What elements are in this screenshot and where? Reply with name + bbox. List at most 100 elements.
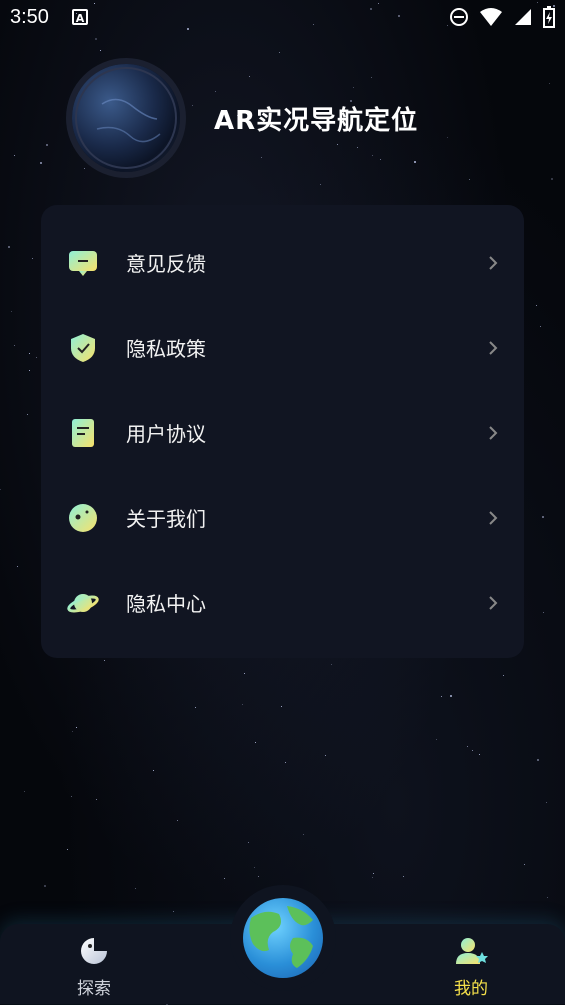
menu-item-privacy-center[interactable]: 隐私中心: [41, 560, 524, 645]
star-dot: [70, 796, 72, 798]
menu-item-user-agreement[interactable]: 用户协议: [41, 390, 524, 475]
tab-mine[interactable]: 我的: [426, 932, 516, 1002]
star-dot: [449, 695, 452, 698]
star-dot: [503, 674, 505, 676]
earth-night-icon: [75, 67, 177, 169]
profile-header: AR实况导航定位: [72, 64, 532, 174]
star-dot: [542, 516, 545, 519]
star-dot: [96, 799, 98, 801]
user-star-icon: [456, 938, 488, 964]
star-dot: [195, 706, 197, 708]
signal-icon: [515, 9, 531, 25]
globe-continents: [249, 906, 313, 968]
star-dot: [402, 875, 404, 877]
star-dot: [26, 413, 28, 415]
menu-item-privacy-policy[interactable]: 隐私政策: [41, 305, 524, 390]
status-bar: 3:50 A: [0, 0, 565, 36]
chevron-right-icon: [489, 595, 498, 610]
star-dot: [39, 162, 42, 165]
star-dot: [471, 750, 473, 752]
document-icon: [72, 418, 94, 447]
star-dot: [244, 673, 246, 675]
star-dot: [440, 695, 442, 697]
star-dot: [303, 834, 305, 836]
status-icons: [449, 6, 555, 28]
star-dot: [134, 887, 136, 889]
pacman-explore-icon: [81, 938, 107, 964]
star-dot: [549, 83, 551, 85]
star-dot: [32, 257, 34, 259]
star-dot: [13, 345, 15, 347]
wifi-icon: [480, 8, 502, 26]
star-dot: [103, 660, 105, 662]
star-dot: [67, 848, 69, 850]
star-dot: [254, 867, 256, 869]
menu-item-label: 意见反馈: [126, 252, 206, 276]
status-time: 3:50: [10, 6, 49, 28]
menu-item-label: 隐私政策: [126, 337, 206, 361]
star-dot: [371, 877, 373, 879]
info-planet-icon: [69, 503, 97, 532]
star-dot: [16, 566, 18, 567]
feedback-icon: [69, 250, 97, 276]
star-dot: [466, 746, 468, 748]
star-dot: [24, 790, 26, 792]
star-dot: [176, 820, 178, 822]
menu-item-label: 用户协议: [126, 422, 206, 446]
star-dot: [224, 877, 226, 879]
star-dot: [285, 761, 287, 763]
star-dot: [43, 884, 46, 887]
star-dot: [257, 875, 259, 877]
star-dot: [247, 841, 249, 843]
star-dot: [469, 179, 471, 181]
star-dot: [281, 705, 283, 707]
saturn-icon: [67, 593, 99, 612]
battery-charging-icon: [543, 6, 555, 28]
app-title: AR实况导航定位: [214, 106, 419, 136]
star-dot: [546, 897, 548, 899]
star-dot: [13, 155, 15, 157]
earth-avatar[interactable]: [72, 64, 180, 172]
menu-item-label: 关于我们: [126, 507, 206, 531]
star-dot: [36, 357, 38, 359]
star-dot: [99, 50, 101, 52]
star-dot: [536, 304, 538, 306]
do-not-disturb-icon: [450, 8, 468, 26]
star-dot: [279, 52, 281, 54]
menu-item-feedback[interactable]: 意见反馈: [41, 220, 524, 305]
star-dot: [550, 178, 553, 181]
star-dot: [242, 703, 244, 705]
tab-mine-label: 我的: [454, 979, 488, 999]
tab-explore-label: 探索: [77, 979, 111, 999]
star-dot: [0, 489, 2, 491]
star-dot: [331, 663, 333, 665]
star-dot: [320, 183, 322, 185]
shield-check-icon: [71, 333, 95, 362]
globe-icon[interactable]: [243, 898, 323, 978]
star-dot: [373, 873, 375, 875]
star-dot: [46, 144, 49, 147]
chevron-right-icon: [489, 510, 498, 525]
star-dot: [543, 611, 545, 613]
star-dot: [95, 37, 98, 40]
star-dot: [436, 739, 438, 741]
chevron-right-icon: [489, 255, 498, 270]
star-dot: [10, 311, 12, 313]
star-dot: [523, 863, 525, 865]
chevron-right-icon: [489, 340, 498, 355]
star-dot: [75, 726, 77, 728]
star-dot: [172, 911, 174, 913]
star-dot: [28, 353, 30, 355]
menu-item-label: 隐私中心: [126, 592, 206, 616]
star-dot: [255, 741, 257, 743]
star-dot: [152, 769, 154, 771]
chevron-right-icon: [489, 425, 498, 440]
tab-explore[interactable]: 探索: [49, 932, 139, 1002]
star-dot: [325, 754, 327, 756]
settings-menu-card: 意见反馈 隐私政策 用户协议 关于我们 隐私中心: [41, 205, 524, 658]
star-dot: [536, 759, 539, 762]
notification-a-icon: A: [72, 9, 88, 25]
menu-item-about-us[interactable]: 关于我们: [41, 475, 524, 560]
star-dot: [71, 731, 73, 733]
star-dot: [7, 246, 10, 249]
